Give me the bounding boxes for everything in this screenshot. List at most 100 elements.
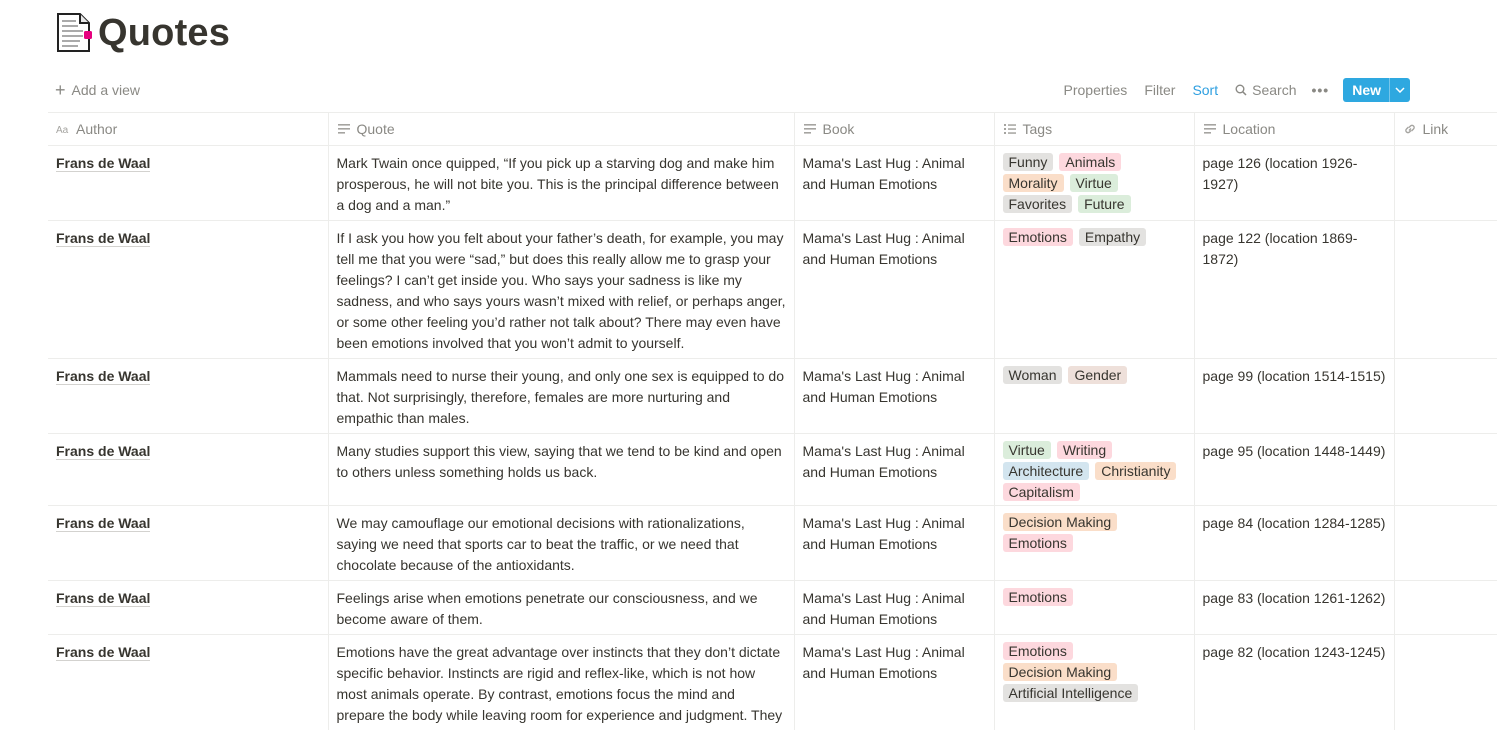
text-property-icon <box>337 124 350 134</box>
tags-cell[interactable]: Emotions Decision Making Artificial Intell… <box>994 634 1195 730</box>
table-row[interactable]: Frans de Waal Mark Twain once quipped, “I… <box>48 145 1497 221</box>
tag-badge: Gender <box>1068 366 1128 384</box>
link-cell[interactable] <box>1394 433 1497 506</box>
tag-badge: Decision Making <box>1002 663 1118 681</box>
new-dropdown-button[interactable] <box>1389 78 1410 102</box>
tag-list: Emotions Decision Making Artificial Intell… <box>1002 642 1186 702</box>
book-cell[interactable]: Mama's Last Hug : Animal and Human Emoti… <box>794 220 995 359</box>
author-link[interactable]: Frans de Waal <box>56 368 151 385</box>
search-button[interactable]: Search <box>1235 82 1296 98</box>
book-cell[interactable]: Mama's Last Hug : Animal and Human Emoti… <box>794 634 995 730</box>
link-cell[interactable] <box>1394 220 1497 359</box>
tag-badge: Morality <box>1002 174 1064 192</box>
quote-cell[interactable]: We may camouflage our emotional decision… <box>328 505 795 581</box>
more-options-icon[interactable]: ••• <box>1311 82 1329 98</box>
column-header-tags[interactable]: Tags <box>994 112 1195 146</box>
table-row[interactable]: Frans de Waal If I ask you how you felt a… <box>48 220 1497 359</box>
tags-cell[interactable]: Funny Animals Morality Virtue Favorites Futur… <box>994 145 1195 221</box>
tags-cell[interactable]: Virtue Writing Architecture Christianity Cap… <box>994 433 1195 506</box>
tag-badge: Emotions <box>1002 228 1073 246</box>
add-view-button[interactable]: + Add a view <box>48 81 140 99</box>
quote-cell[interactable]: If I ask you how you felt about your fat… <box>328 220 795 359</box>
new-button-group: New <box>1343 78 1410 102</box>
author-cell[interactable]: Frans de Waal <box>48 505 329 581</box>
table-row[interactable]: Frans de Waal Mammals need to nurse their… <box>48 358 1497 434</box>
search-icon <box>1235 84 1247 96</box>
column-header-author[interactable]: Aa Author <box>48 112 329 146</box>
table-row[interactable]: Frans de Waal Many studies support this v… <box>48 433 1497 506</box>
book-cell[interactable]: Mama's Last Hug : Animal and Human Emoti… <box>794 580 995 635</box>
link-cell[interactable] <box>1394 358 1497 434</box>
column-label-book: Book <box>822 121 855 137</box>
column-header-quote[interactable]: Quote <box>328 112 795 146</box>
book-cell[interactable]: Mama's Last Hug : Animal and Human Emoti… <box>794 145 995 221</box>
tag-badge: Funny <box>1002 153 1054 171</box>
sort-button[interactable]: Sort <box>1192 82 1218 98</box>
author-cell[interactable]: Frans de Waal <box>48 634 329 730</box>
page-document-icon[interactable] <box>56 12 94 54</box>
table-row[interactable]: Frans de Waal Feelings arise when emotion… <box>48 580 1497 635</box>
location-cell[interactable]: page 82 (location 1243-1245) <box>1194 634 1395 730</box>
author-cell[interactable]: Frans de Waal <box>48 145 329 221</box>
table-row[interactable]: Frans de Waal Emotions have the great adv… <box>48 634 1497 731</box>
link-cell[interactable] <box>1394 580 1497 635</box>
column-header-book[interactable]: Book <box>794 112 995 146</box>
author-link[interactable]: Frans de Waal <box>56 515 151 532</box>
quote-cell[interactable]: Mammals need to nurse their young, and o… <box>328 358 795 434</box>
location-cell[interactable]: page 84 (location 1284-1285) <box>1194 505 1395 581</box>
quote-cell[interactable]: Feelings arise when emotions penetrate o… <box>328 580 795 635</box>
multi-select-property-icon <box>1003 124 1016 134</box>
location-cell[interactable]: page 122 (location 1869-1872) <box>1194 220 1395 359</box>
location-cell[interactable]: page 99 (location 1514-1515) <box>1194 358 1395 434</box>
location-cell[interactable]: page 83 (location 1261-1262) <box>1194 580 1395 635</box>
author-link[interactable]: Frans de Waal <box>56 590 151 607</box>
book-cell[interactable]: Mama's Last Hug : Animal and Human Emoti… <box>794 358 995 434</box>
tags-cell[interactable]: Woman Gender <box>994 358 1195 434</box>
tag-badge: Virtue <box>1002 441 1051 459</box>
quotes-table: Aa Author Quote Book Tags Location Link … <box>48 112 1497 730</box>
author-cell[interactable]: Frans de Waal <box>48 220 329 359</box>
column-label-author: Author <box>76 121 118 137</box>
tag-badge: Woman <box>1002 366 1063 384</box>
tags-cell[interactable]: Emotions Empathy <box>994 220 1195 359</box>
author-link[interactable]: Frans de Waal <box>56 644 151 661</box>
author-cell[interactable]: Frans de Waal <box>48 433 329 506</box>
search-label: Search <box>1252 82 1297 98</box>
svg-text:Aa: Aa <box>56 125 69 136</box>
quote-cell[interactable]: Many studies support this view, saying t… <box>328 433 795 506</box>
link-cell[interactable] <box>1394 505 1497 581</box>
table-row[interactable]: Frans de Waal We may camouflage our emoti… <box>48 505 1497 581</box>
column-header-location[interactable]: Location <box>1194 112 1395 146</box>
page-title[interactable]: Quotes <box>98 12 230 55</box>
filter-button[interactable]: Filter <box>1144 82 1175 98</box>
quote-cell[interactable]: Mark Twain once quipped, “If you pick up… <box>328 145 795 221</box>
tag-badge: Architecture <box>1002 462 1090 480</box>
properties-button[interactable]: Properties <box>1064 82 1128 98</box>
author-link[interactable]: Frans de Waal <box>56 443 151 460</box>
book-cell[interactable]: Mama's Last Hug : Animal and Human Emoti… <box>794 433 995 506</box>
tags-cell[interactable]: Emotions <box>994 580 1195 635</box>
author-link[interactable]: Frans de Waal <box>56 230 151 247</box>
tags-cell[interactable]: Decision Making Emotions <box>994 505 1195 581</box>
column-label-link: Link <box>1422 121 1449 137</box>
link-cell[interactable] <box>1394 145 1497 221</box>
title-property-icon: Aa <box>56 125 69 136</box>
location-cell[interactable]: page 95 (location 1448-1449) <box>1194 433 1395 506</box>
author-cell[interactable]: Frans de Waal <box>48 358 329 434</box>
link-cell[interactable] <box>1394 635 1497 731</box>
tag-badge: Capitalism <box>1002 483 1080 501</box>
column-header-link[interactable]: Link <box>1394 112 1497 146</box>
tag-list: Woman Gender <box>1002 366 1186 384</box>
location-cell[interactable]: page 126 (location 1926-1927) <box>1194 145 1395 221</box>
tag-badge: Artificial Intelligence <box>1002 684 1139 702</box>
link-property-icon <box>1404 124 1415 134</box>
tag-badge: Christianity <box>1095 462 1177 480</box>
book-cell[interactable]: Mama's Last Hug : Animal and Human Emoti… <box>794 505 995 581</box>
tag-list: Virtue Writing Architecture Christianity Cap… <box>1002 441 1186 501</box>
tag-badge: Decision Making <box>1002 513 1118 531</box>
tag-badge: Empathy <box>1078 228 1147 246</box>
author-cell[interactable]: Frans de Waal <box>48 580 329 635</box>
author-link[interactable]: Frans de Waal <box>56 155 151 172</box>
quote-cell[interactable]: Emotions have the great advantage over i… <box>328 634 795 730</box>
new-button[interactable]: New <box>1343 78 1389 102</box>
